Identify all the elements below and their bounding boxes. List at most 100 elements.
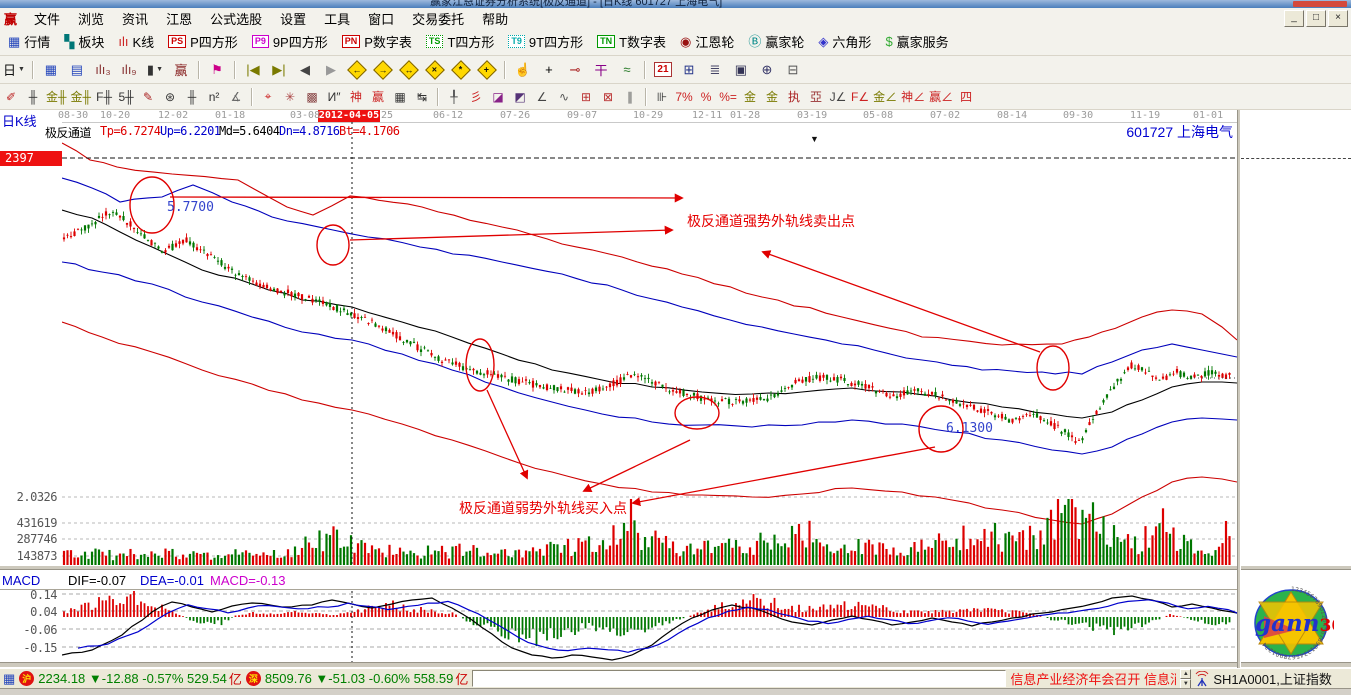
toolbar-button-zoom-both[interactable]: ↔	[397, 60, 421, 80]
toolbar-button-gann-wheel[interactable]: ◉江恩轮	[674, 30, 740, 53]
toolbar-button-nav-first[interactable]: |◀	[241, 60, 265, 80]
current-index-label[interactable]: SH1A0001,上证指数	[1213, 669, 1332, 688]
menu-item[interactable]: 文件	[25, 11, 69, 28]
toolbar-button-save[interactable]: ▣	[729, 60, 753, 80]
toolbar-button-draw-fan-box-2[interactable]: ◩	[510, 88, 530, 106]
toolbar-button-draw-star[interactable]: ✳	[280, 88, 300, 106]
toolbar-button-draw-f-grid[interactable]: F╫	[94, 88, 114, 106]
menu-item[interactable]: 设置	[271, 11, 315, 28]
toolbar-button-draw-shen-grid[interactable]: 神	[346, 88, 366, 106]
close-button[interactable]: ×	[1328, 10, 1348, 27]
toolbar-button-draw-fan-box[interactable]: ◪	[488, 88, 508, 106]
toolbar-button-draw-grid-123[interactable]: ▦	[390, 88, 410, 106]
toolbar-button-kline[interactable]: ılıK线	[112, 30, 160, 53]
toolbar-button-draw-t-square[interactable]: ╀	[444, 88, 464, 106]
toolbar-button-draw-knife[interactable]: ✐	[1, 88, 21, 106]
toolbar-button-draw-pen-grid[interactable]: ✎	[138, 88, 158, 106]
toolbar-button-screen-mode[interactable]: ▦	[39, 60, 63, 80]
menu-item[interactable]: 窗口	[359, 11, 403, 28]
toolbar-button-p-square[interactable]: PSP四方形	[162, 30, 244, 53]
toolbar-button-draw-grid-box[interactable]: ⊞	[576, 88, 596, 106]
toolbar-button-notes[interactable]: ≣	[703, 60, 727, 80]
toolbar-button-draw-plain-grid[interactable]: ╫	[182, 88, 202, 106]
toolbar-button-bars-3[interactable]: ılı₃	[91, 60, 115, 80]
toolbar-button-nav-last[interactable]: ▶|	[267, 60, 291, 80]
toolbar-button-gann-tool[interactable]: 干	[589, 60, 613, 80]
toolbar-button-crosshair-tool[interactable]: +	[537, 60, 561, 80]
toolbar-button-9p-square[interactable]: P99P四方形	[246, 30, 334, 53]
toolbar-button-draw-shen-angle[interactable]: 神∠	[900, 88, 926, 106]
menu-item[interactable]: 浏览	[69, 11, 113, 28]
panel-splitter[interactable]	[0, 565, 1351, 570]
minimize-button[interactable]: _	[1284, 10, 1304, 27]
toolbar-button-zoom-left[interactable]: ←	[345, 60, 369, 80]
toolbar-button-period-day[interactable]: 日▼	[1, 60, 27, 80]
right-panel-divider[interactable]	[1237, 110, 1241, 668]
toolbar-button-zoom-right[interactable]: →	[371, 60, 395, 80]
titlebar-close-button[interactable]	[1293, 1, 1347, 7]
toolbar-button-t-number[interactable]: TNT数字表	[591, 30, 672, 53]
menu-item[interactable]: 帮助	[473, 11, 517, 28]
toolbar-button-draw-gold-grid-2[interactable]: 金╫	[70, 88, 93, 106]
toolbar-button-draw-box-star[interactable]: ▩	[302, 88, 322, 106]
toolbar-button-p-number[interactable]: PNP数字表	[336, 30, 418, 53]
toolbar-button-draw-5-grid[interactable]: 5╫	[116, 88, 136, 106]
toolbar-button-nav-prev[interactable]: ◀	[293, 60, 317, 80]
toolbar-button-print[interactable]: ⊟	[781, 60, 805, 80]
toolbar-button-hexagon[interactable]: ◈六角形	[812, 30, 877, 53]
toolbar-button-draw-pct-line[interactable]: 7%	[674, 88, 694, 106]
toolbar-button-zoom-all[interactable]: +	[475, 60, 499, 80]
toolbar-button-draw-wave[interactable]: ∿	[554, 88, 574, 106]
toolbar-button-nav-next[interactable]: ▶	[319, 60, 343, 80]
menu-item[interactable]: 公式选股	[201, 11, 271, 28]
toolbar-button-draw-angle-lines[interactable]: ∠	[532, 88, 552, 106]
toolbar-button-hand-tool[interactable]: ☝	[511, 60, 535, 80]
toolbar-button-color-chart[interactable]: ⚑	[205, 60, 229, 80]
toolbar-button-trendline-tool[interactable]: ⊸	[563, 60, 587, 80]
toolbar-button-draw-gold-angle[interactable]: 金∠	[872, 88, 898, 106]
toolbar-button-zoom-x[interactable]: ×	[423, 60, 447, 80]
toolbar-button-winner-wheel[interactable]: Ⓑ赢家轮	[742, 30, 810, 53]
toolbar-button-draw-target[interactable]: ⌖	[258, 88, 278, 106]
toolbar-button-draw-pct[interactable]: %	[696, 88, 716, 106]
toolbar-button-t-square[interactable]: TST四方形	[420, 30, 500, 53]
toolbar-button-calendar[interactable]: 21	[651, 60, 675, 80]
toolbar-button-draw-pct-bars[interactable]: %=	[718, 88, 738, 106]
toolbar-button-draw-gold-lines[interactable]: 金	[762, 88, 782, 106]
news-ticker[interactable]: 信息产业经济年会召开 信息消	[1010, 669, 1176, 688]
toolbar-button-zoom-star[interactable]: *	[449, 60, 473, 80]
toolbar-button-draw-n2[interactable]: n²	[204, 88, 224, 106]
toolbar-button-draw-para-lines[interactable]: ∥	[620, 88, 640, 106]
toolbar-button-draw-brush[interactable]: 执	[784, 88, 804, 106]
menu-item[interactable]: 资讯	[113, 11, 157, 28]
toolbar-button-9t-square[interactable]: T99T四方形	[502, 30, 589, 53]
toolbar-button-draw-angle-flag[interactable]: ∡	[226, 88, 246, 106]
toolbar-button-calculator[interactable]: ⊞	[677, 60, 701, 80]
main-chart-canvas[interactable]	[62, 122, 1237, 565]
toolbar-button-draw-n-mark[interactable]: И″	[324, 88, 344, 106]
window-titlebar[interactable]: 赢家江恩证券分析系统[极反通道] - [日K线 601727 上海电气]	[0, 0, 1351, 8]
market-table-icon[interactable]: ▦	[3, 671, 15, 687]
menu-item[interactable]: 江恩	[157, 11, 201, 28]
toolbar-button-draw-circle-grid[interactable]: ⊛	[160, 88, 180, 106]
menu-item[interactable]: 工具	[315, 11, 359, 28]
toolbar-button-sectors[interactable]: ▚板块	[58, 30, 110, 53]
toolbar-button-draw-si[interactable]: 四	[956, 88, 976, 106]
menu-item[interactable]: 交易委托	[403, 11, 473, 28]
macd-indicator-label[interactable]: MACD	[2, 573, 40, 588]
toolbar-button-draw-f-angle[interactable]: F∠	[850, 88, 870, 106]
restore-button[interactable]: □	[1306, 10, 1326, 27]
toolbar-button-draw-grid[interactable]: ╫	[23, 88, 43, 106]
toolbar-button-quotes[interactable]: ▦行情	[2, 30, 56, 53]
toolbar-button-report[interactable]: ▤	[65, 60, 89, 80]
toolbar-button-winner-service[interactable]: $赢家服务	[879, 30, 954, 53]
toolbar-button-draw-h-measure[interactable]: ↹	[412, 88, 432, 106]
toolbar-button-draw-fan[interactable]: 彡	[466, 88, 486, 106]
stock-code-input[interactable]	[472, 670, 1006, 687]
toolbar-button-draw-win-grid[interactable]: 赢	[368, 88, 388, 106]
toolbar-button-draw-j-angle[interactable]: J∠	[828, 88, 848, 106]
toolbar-button-winner-logo[interactable]: 赢	[169, 60, 193, 80]
toolbar-button-draw-grid-box-2[interactable]: ⊠	[598, 88, 618, 106]
toolbar-button-draw-a-wave[interactable]: 亞	[806, 88, 826, 106]
spinner-down-button[interactable]: ▼	[1180, 679, 1191, 689]
